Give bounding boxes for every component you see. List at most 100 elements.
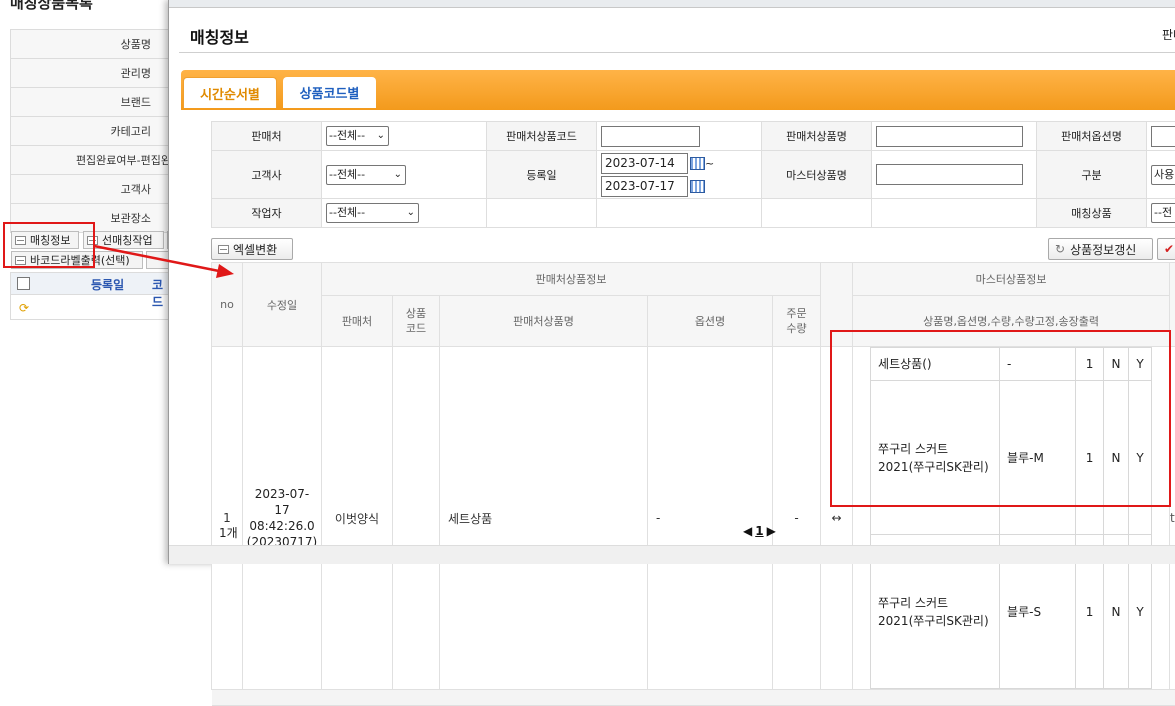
grid-icon [218,245,229,254]
select-all-checkbox[interactable] [17,277,30,290]
col-seller: 판매처 [322,296,393,347]
matching-cell: --전 [1147,199,1175,228]
refresh-product-button[interactable]: ↻상품정보갱신 [1048,238,1153,260]
title-divider [179,52,1175,53]
seller-code-label: 판매처상품코드 [487,122,597,151]
tab-time-order[interactable]: 시간순서별 [183,77,277,108]
page-number[interactable]: 1 [755,524,763,538]
col-product-code: 상품 코드 [393,296,440,347]
barcode-print-button[interactable]: 바코드라벨출력(선택) [11,251,143,269]
master-invoice-print: Y [1129,381,1152,535]
col-arrow [821,263,853,347]
master-name: 쭈구리 스커트 2021(쭈구리SK관리) [871,381,1000,535]
col-extra [1170,263,1175,347]
background-search-form: 상품명 관리명 브랜드 카테고리 편집완료여부-편집완 고객사 보관장소 [10,29,175,233]
worker-select[interactable]: --전체--⌄ [326,203,419,223]
empty-cell [487,199,597,228]
next-page-icon[interactable]: ▶ [767,524,776,538]
type-select[interactable]: 사용 [1151,165,1175,185]
date-from-input[interactable]: 2023-07-14 [601,153,688,174]
empty-cell [762,199,872,228]
seller-code-cell [597,122,762,151]
grid-icon [87,236,98,245]
refresh-icon: ↻ [1055,242,1065,256]
reg-date-cell: 2023-07-14 ~ 2023-07-17 [597,151,762,199]
background-title: 매칭상품목록 [10,0,93,13]
col-no: no [212,263,243,347]
seller-code-input[interactable] [601,126,700,147]
seller-name-cell [872,122,1037,151]
calendar-icon[interactable] [690,157,705,170]
col-master-info: 상품명,옵션명,수량,수량고정,송장출력 [853,296,1170,347]
grid-icon [15,256,26,265]
chevron-down-icon: ⌄ [394,166,402,184]
col-reg-date[interactable]: 등록일 [91,276,124,293]
tab-product-code[interactable]: 상품코드별 [283,77,376,108]
chevron-down-icon: ⌄ [377,127,385,145]
master-qty: 1 [1076,381,1104,535]
col-group-master: 마스터상품정보 [853,263,1170,296]
result-count: 1개 [219,524,238,541]
col-seller-product-name: 판매처상품명 [440,296,648,347]
col-group-seller: 판매처상품정보 [322,263,821,296]
seller-label: 판매처 [212,122,322,151]
form-label-category: 카테고리 [10,117,175,146]
master-row: 세트상품() - 1 N Y [871,348,1152,381]
matching-label: 매칭상품 [1037,199,1147,228]
form-label-storage: 보관장소 [10,204,175,233]
seller-select[interactable]: --전체--⌄ [326,126,389,146]
reload-icon[interactable]: ⟳ [19,301,29,315]
master-invoice-print: Y [1129,348,1152,381]
seller-option-input[interactable] [1151,126,1175,147]
worker-label: 작업자 [212,199,322,228]
pre-matching-button[interactable]: 선매칭작업 [83,231,164,249]
form-label-brand: 브랜드 [10,88,175,117]
customer-cell: --전체--⌄ [322,151,487,199]
form-label-customer: 고객사 [10,175,175,204]
seller-option-label: 판매처옵션명 [1037,122,1147,151]
master-qty-fixed: N [1104,381,1129,535]
type-label: 구분 [1037,151,1147,199]
search-table: 판매처 --전체--⌄ 판매처상품코드 판매처상품명 판매처옵션명 고객사 --… [211,121,1175,228]
master-name-label: 마스터상품명 [762,151,872,199]
master-name: 세트상품() [871,348,1000,381]
pagination: ◀1 ▶ [743,524,776,538]
seller-name-input[interactable] [876,126,1023,147]
chevron-down-icon: ⌄ [407,204,415,222]
background-page: 매칭상품목록 상품명 관리명 브랜드 카테고리 편집완료여부-편집완 고객사 보… [0,0,175,564]
calendar-icon[interactable] [690,180,705,193]
popup-titlebar [169,0,1175,8]
col-option-name: 옵션명 [648,296,773,347]
worker-cell: --전체--⌄ [322,199,487,228]
background-grid-header: 등록일 코드 [11,273,174,295]
grid-footer: 1개 ◀1 ▶ [211,517,1175,545]
seller-option-cell [1147,122,1175,151]
empty-cell [597,199,762,228]
date-to-input[interactable]: 2023-07-17 [601,176,688,197]
matching-select[interactable]: --전 [1151,203,1175,223]
date-separator: ~ [705,157,714,170]
popup-title-right: 판매 [1162,26,1175,43]
reg-date-label: 등록일 [487,151,597,199]
master-row: 쭈구리 스커트 2021(쭈구리SK관리) 블루-M 1 N Y [871,381,1152,535]
confirm-button[interactable]: ✔ [1157,238,1175,260]
grid-spacer [212,690,1175,706]
type-cell: 사용 [1147,151,1175,199]
prev-page-icon[interactable]: ◀ [743,524,752,538]
master-name-input[interactable] [876,164,1023,185]
excel-export-button[interactable]: 엑셀변환 [211,238,293,260]
background-grid: 등록일 코드 ⟳ [10,272,175,320]
form-label-product-name: 상품명 [10,30,175,59]
popup-bottom-edge [169,545,1175,564]
check-icon: ✔ [1164,242,1174,256]
customer-select[interactable]: --전체--⌄ [326,165,406,185]
master-option: - [1000,348,1076,381]
matching-info-popup: 매칭정보 판매 시간순서별 상품코드별 판매처 --전체--⌄ 판매처상품코드 … [168,0,1175,564]
seller-name-label: 판매처상품명 [762,122,872,151]
master-qty: 1 [1076,348,1104,381]
tab-bar: 시간순서별 상품코드별 [181,70,1175,110]
master-qty-fixed: N [1104,348,1129,381]
seller-cell: --전체--⌄ [322,122,487,151]
matching-info-button[interactable]: 매칭정보 [11,231,79,249]
matching-grid: no 수정일 판매처상품정보 마스터상품정보 판매처 상품 코드 판매처상품명 … [211,262,1175,706]
